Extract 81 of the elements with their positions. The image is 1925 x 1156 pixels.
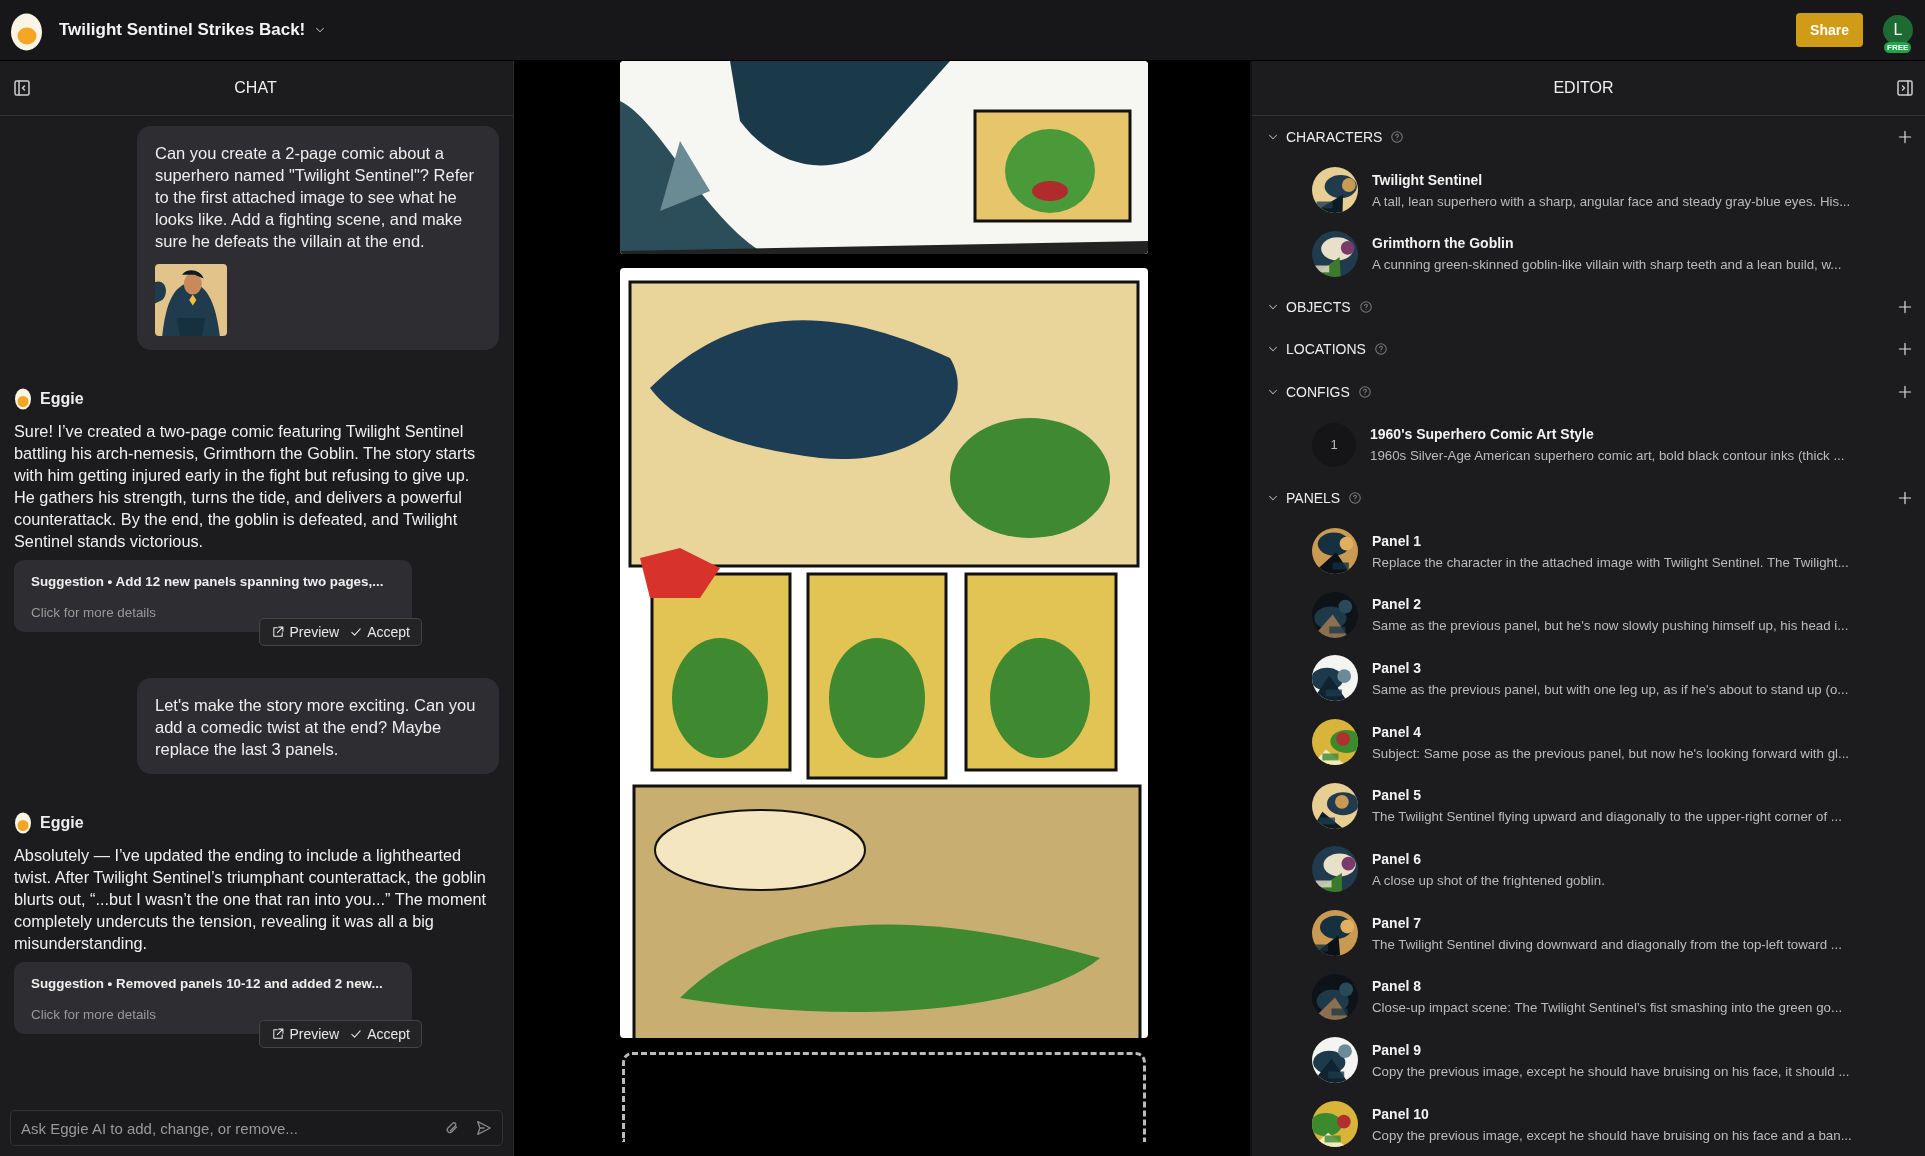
egg-avatar-icon [14, 388, 32, 410]
list-item[interactable]: Panel 1 Replace the character in the attached image with Twilight Sentinel. The Twilight... [1252, 519, 1925, 583]
item-description: Close-up impact scene: The Twilight Sentinel’s fist smashing into the green go... [1372, 1000, 1843, 1016]
empty-page-slot[interactable] [622, 1052, 1146, 1142]
list-item[interactable]: Panel 2 Same as the previous panel, but he's now slowly pushing himself up, his head i... [1252, 582, 1925, 647]
author-name: Eggie [40, 814, 84, 832]
help-icon [1373, 342, 1388, 357]
section-title[interactable]: PANELS [1286, 490, 1341, 507]
list-item[interactable]: Twilight Sentinel A tall, lean superhero with a sharp, angular face and steady gray-blue eyes. His... [1252, 158, 1925, 223]
list-item[interactable]: Panel 7 The Twilight Sentinel diving downward and diagonally from the top-left toward ... [1252, 901, 1925, 965]
item-description: Copy the previous image, except he should have bruising on his face, it should ... [1372, 1064, 1850, 1079]
list-item[interactable]: Grimthorn the Goblin A cunning green-skinned goblin-like villain with sharp teeth and a lean build, w... [1252, 222, 1925, 286]
add-icon [1897, 383, 1913, 400]
plan-badge: FREE [1884, 42, 1912, 53]
list-item[interactable]: Panel 10 Copy the previous image, except he should have bruising on his face and a ban... [1252, 1092, 1925, 1156]
item-name: Panel 10 [1372, 1105, 1430, 1122]
add-icon [1897, 341, 1913, 358]
item-description: A close up shot of the frightened goblin. [1372, 872, 1605, 888]
list-item[interactable]: Panel 6 A close up shot of the frightened goblin. [1252, 837, 1925, 902]
item-description: Subject: Same pose as the previous panel, but now he's looking forward with gl... [1372, 745, 1850, 761]
user-avatar[interactable]: L [1883, 15, 1913, 45]
external-link-icon [271, 625, 286, 639]
section-title[interactable]: OBJECTS [1286, 299, 1351, 315]
item-description: A tall, lean superhero with a sharp, angular face and steady gray-blue eyes. His... [1372, 193, 1851, 209]
collapse-panel-icon [12, 78, 32, 98]
message-text: Absolutely — I’ve updated the ending to include a lighthearted twist. After Twilight Sentinel’s triumphant counterattack, the goblin blurts out, “...but I wasn’t the one that ran into you...” The moment completely undercuts the tension, revealing it was all a big misunderstanding. [14, 845, 488, 954]
item-description: Copy the previous image, except he should have bruising on his face and a ban... [1372, 1127, 1852, 1143]
add-icon [1897, 299, 1913, 315]
item-name: Panel 6 [1372, 850, 1423, 867]
add-icon [1897, 129, 1913, 146]
panel-title: EDITOR [1552, 79, 1615, 97]
section-title[interactable]: LOCATIONS [1286, 341, 1366, 358]
suggestion-details-link[interactable]: Click for more details [31, 1007, 395, 1022]
list-item[interactable]: 1 1960's Superhero Comic Art Style 1960s Silver-Age American superhero comic art, bold black contour inks (thick ... [1252, 413, 1925, 477]
list-item[interactable]: Panel 5 The Twilight Sentinel flying upward and diagonally to the upper-right corner of ... [1252, 773, 1925, 838]
send-icon [475, 1119, 493, 1137]
item-name: Panel 9 [1372, 1042, 1423, 1058]
message-text: Let's make the story more exciting. Can you add a comedic twist at the end? Maybe replace the last 3 panels. [155, 695, 477, 760]
item-description: Same as the previous panel, but with one leg up, as if he's about to stand up (o... [1372, 681, 1849, 697]
help-icon [1358, 300, 1373, 314]
help-icon [1390, 130, 1405, 145]
item-name: Panel 8 [1372, 978, 1423, 995]
item-name: Twilight Sentinel [1372, 171, 1484, 188]
number-badge: 1 [1312, 423, 1356, 467]
project-title[interactable]: Twilight Sentinel Strikes Back! [59, 20, 306, 40]
item-description: Replace the character in the attached image with Twilight Sentinel. The Twilight... [1372, 554, 1849, 570]
list-item[interactable]: Panel 8 Close-up impact scene: The Twilight Sentinel’s fist smashing into the green go... [1252, 965, 1925, 1029]
item-description: 1960s Silver-Age American superhero comic art, bold black contour inks (thick ... [1370, 448, 1845, 464]
item-description: The Twilight Sentinel diving downward and diagonally from the top-left toward ... [1372, 936, 1842, 952]
item-name: Grimthorn the Goblin [1372, 235, 1515, 252]
list-item[interactable]: Panel 9 Copy the previous image, except he should have bruising on his face, it should ... [1252, 1028, 1925, 1093]
suggestion-summary: Suggestion • Removed panels 10-12 and added 2 new... [31, 976, 384, 991]
message-text: Can you create a 2-page comic about a superhero named "Twilight Sentinel"? Refer to the first attached image to see what he looks like. Add a fighting scene, and make sure he defeats the villain at the end. [155, 143, 475, 252]
item-name: Panel 5 [1372, 787, 1423, 804]
checkmark-icon [349, 1027, 364, 1041]
section-title[interactable]: CHARACTERS [1286, 129, 1383, 146]
suggestion-summary: Suggestion • Add 12 new panels spanning two pages,... [31, 574, 385, 589]
item-name: Panel 2 [1372, 596, 1423, 613]
item-name: Panel 1 [1372, 532, 1423, 549]
item-description: The Twilight Sentinel flying upward and diagonally to the upper-right corner of ... [1372, 809, 1842, 825]
help-icon [1348, 491, 1363, 506]
author-name: Eggie [40, 390, 84, 408]
external-link-icon [271, 1027, 286, 1041]
item-description: A cunning green-skinned goblin-like villain with sharp teeth and a lean build, w... [1372, 257, 1842, 273]
item-name: 1960's Superhero Comic Art Style [1370, 426, 1595, 443]
message-input-field[interactable]: Ask Eggie AI to add, change, or remove... [10, 1110, 503, 1146]
list-item[interactable]: Panel 4 Subject: Same pose as the previous panel, but now he's looking forward with gl... [1252, 710, 1925, 774]
item-name: Panel 3 [1372, 659, 1423, 676]
help-icon [1357, 384, 1372, 399]
message-text: Sure! I’ve created a two-page comic featuring Twilight Sentinel battling his arch-nemesis, Grimthorn the Goblin. The story starts with him getting injured early in the fight but refusing to give up. He gathers his strength, turns the tide, and delivers a powerful counterattack. By the end, the goblin is defeated, and Twilight Sentinel stands victorious. [14, 421, 477, 552]
checkmark-icon [349, 625, 364, 639]
add-icon [1897, 490, 1913, 507]
section-title[interactable]: CONFIGS [1286, 383, 1350, 400]
list-item[interactable]: Panel 3 Same as the previous panel, but with one leg up, as if he's about to stand up (o... [1252, 646, 1925, 711]
collapse-panel-icon [1895, 78, 1915, 98]
item-name: Panel 4 [1372, 723, 1423, 740]
suggestion-details-link[interactable]: Click for more details [31, 605, 395, 620]
item-name: Panel 7 [1372, 914, 1423, 931]
egg-avatar-icon [14, 812, 32, 834]
item-description: Same as the previous panel, but he's now slowly pushing himself up, his head i... [1372, 618, 1849, 634]
panel-title: CHAT [233, 79, 278, 97]
